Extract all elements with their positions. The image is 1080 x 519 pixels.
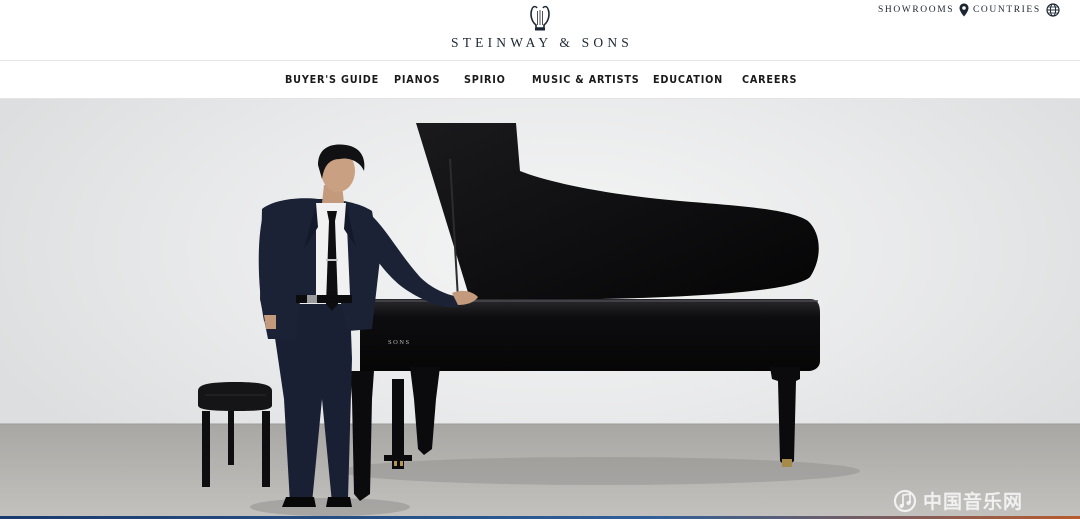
site-header: STEINWAY & SONS SHOWROOMS COUNTRIES: [0, 0, 1080, 61]
showrooms-label: SHOWROOMS: [878, 5, 955, 15]
nav-item-buyers-guide[interactable]: BUYER'S GUIDE: [285, 73, 379, 86]
countries-link[interactable]: COUNTRIES: [973, 3, 1060, 17]
piano-bench: [198, 382, 272, 411]
hero-banner[interactable]: SONS 中国音乐网: [0, 99, 1080, 519]
map-pin-icon: [959, 3, 969, 17]
music-note-icon: [893, 489, 917, 512]
hero-image: SONS: [0, 123, 1080, 519]
piano-lid: [416, 123, 819, 299]
lyre-logo-icon: [530, 5, 550, 31]
watermark-text: 中国音乐网: [923, 491, 1024, 513]
main-nav: BUYER'S GUIDE PIANOS SPIRIO MUSIC & ARTI…: [0, 61, 1080, 99]
brand-wordmark: STEINWAY & SONS: [450, 35, 633, 50]
nav-item-spirio[interactable]: SPIRIO: [464, 73, 506, 86]
watermark: 中国音乐网: [893, 487, 1023, 514]
nav-item-pianos[interactable]: PIANOS: [394, 73, 440, 86]
main-nav-list: BUYER'S GUIDE PIANOS SPIRIO MUSIC & ARTI…: [0, 61, 1080, 99]
piano-case: [360, 299, 820, 371]
nav-item-music-artists[interactable]: MUSIC & ARTISTS: [532, 73, 639, 86]
countries-label: COUNTRIES: [973, 5, 1041, 15]
nav-item-careers[interactable]: CAREERS: [742, 73, 797, 86]
globe-icon: [1046, 3, 1060, 17]
nav-item-education[interactable]: EDUCATION: [653, 73, 723, 86]
showrooms-link[interactable]: SHOWROOMS: [878, 3, 969, 17]
piano-fallboard-text: SONS: [388, 339, 411, 346]
